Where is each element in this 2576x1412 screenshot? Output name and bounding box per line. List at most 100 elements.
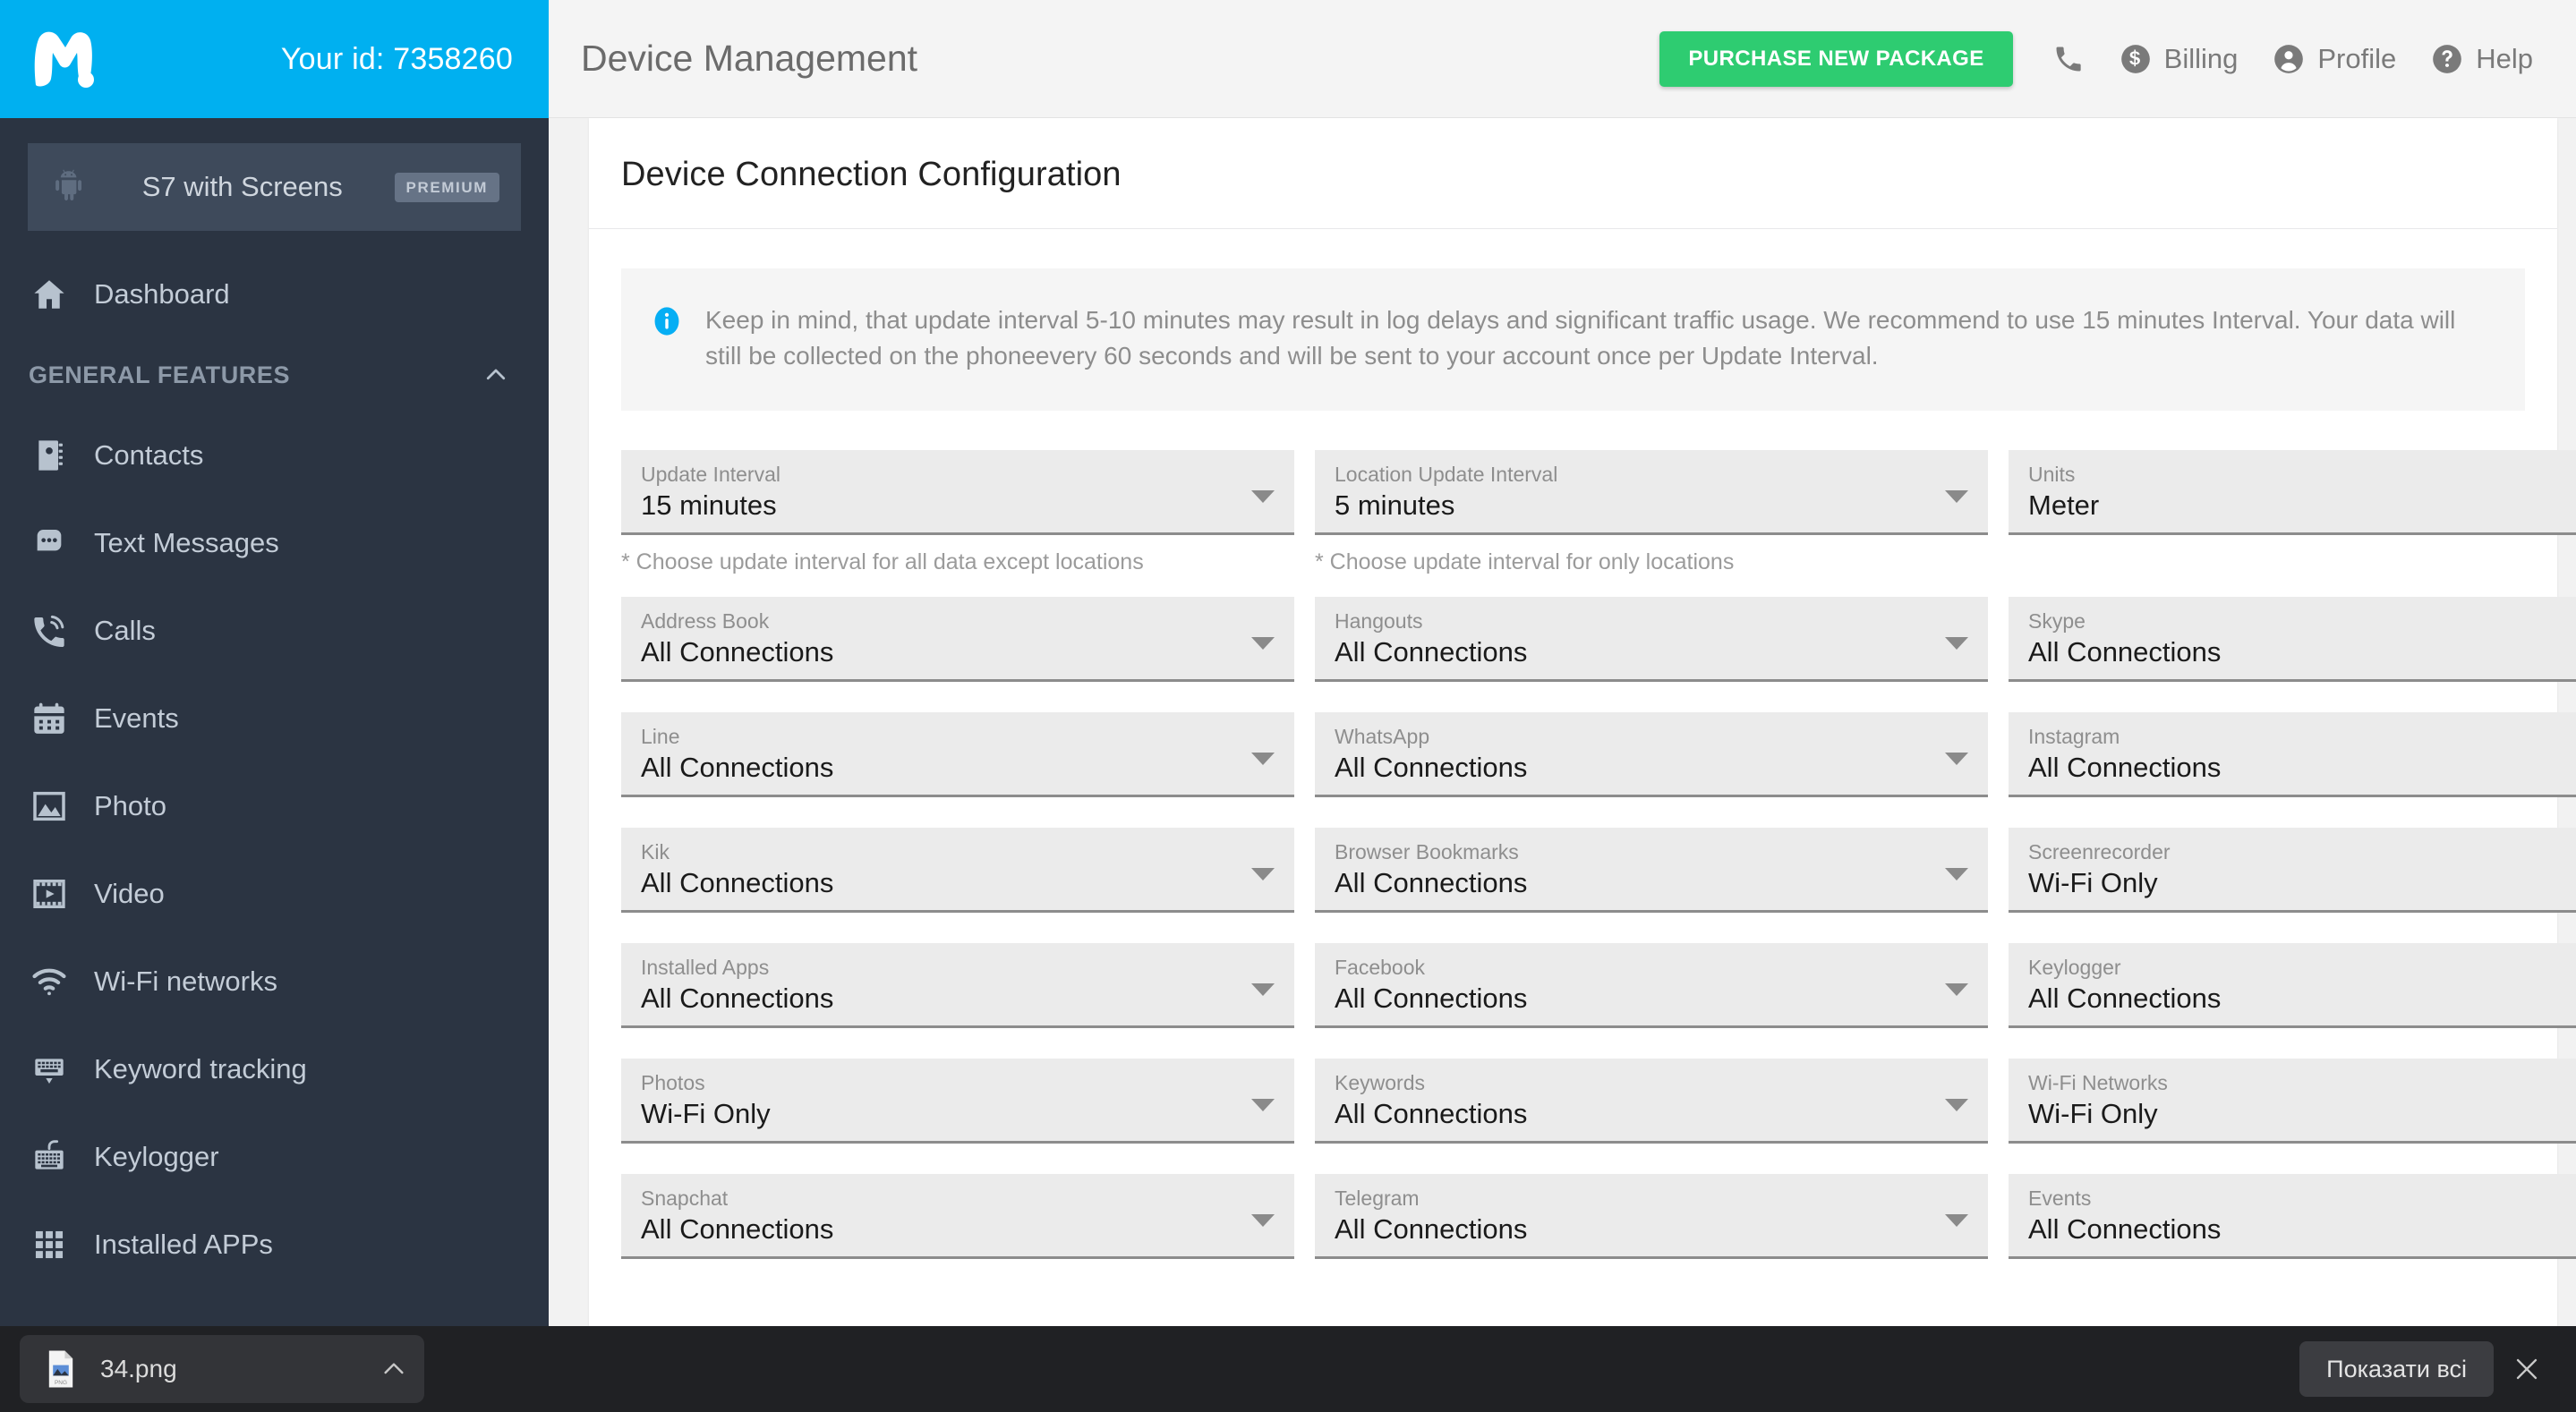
field-cell: Units Meter xyxy=(2009,449,2576,575)
field-label: Instagram xyxy=(2028,724,2120,748)
field-label: Browser Bookmarks xyxy=(1335,839,1519,863)
sidebar: S7 with Screens PREMIUM Dashboard GENERA… xyxy=(0,118,549,1412)
field-cell: Snapchat All Connections xyxy=(621,1173,1294,1259)
field-hint: * Choose update interval for all data ex… xyxy=(621,549,1144,574)
sidebar-item-label: Keylogger xyxy=(94,1141,219,1172)
sidebar-item-label: Dashboard xyxy=(94,278,230,310)
sidebar-section-general-features[interactable]: GENERAL FEATURES xyxy=(0,338,549,412)
app-root: Your id: 7358260 Device Management PURCH… xyxy=(0,0,2576,1412)
browser-bookmarks-select[interactable]: Browser Bookmarks All Connections xyxy=(1315,827,1988,913)
field-value: All Connections xyxy=(1335,635,1528,668)
field-value: 15 minutes xyxy=(641,489,777,521)
field-value: All Connections xyxy=(2028,635,2222,668)
chevron-down-icon xyxy=(1945,867,1968,880)
sidebar-item-keyword-tracking[interactable]: Keyword tracking xyxy=(0,1025,549,1113)
chevron-down-icon xyxy=(1251,1098,1275,1111)
sidebar-item-events[interactable]: Events xyxy=(0,675,549,762)
sidebar-item-dashboard[interactable]: Dashboard xyxy=(0,251,549,338)
sidebar-item-contacts[interactable]: Contacts xyxy=(0,412,549,499)
skype-select[interactable]: Skype All Connections xyxy=(2009,596,2576,682)
installed-apps-select[interactable]: Installed Apps All Connections xyxy=(621,942,1294,1028)
field-hint: * Choose update interval for only locati… xyxy=(1315,549,1735,574)
keylogger-select[interactable]: Keylogger All Connections xyxy=(2009,942,2576,1028)
keywords-select[interactable]: Keywords All Connections xyxy=(1315,1058,1988,1144)
chevron-down-icon xyxy=(1945,489,1968,503)
sidebar-item-photo[interactable]: Photo xyxy=(0,762,549,850)
png-file-icon: PNG xyxy=(45,1349,77,1389)
page-title: Device Management xyxy=(581,38,918,79)
wifi-networks-select[interactable]: Wi-Fi Networks Wi-Fi Only xyxy=(2009,1058,2576,1144)
field-cell: Facebook All Connections xyxy=(1315,942,1988,1028)
download-bar-right: Показати всі xyxy=(2299,1341,2576,1397)
support-phone-link[interactable] xyxy=(2052,43,2085,75)
chevron-down-icon xyxy=(1251,489,1275,503)
calendar-icon xyxy=(29,698,70,739)
field-cell: Photos Wi-Fi Only xyxy=(621,1058,1294,1144)
card-header: Device Connection Configuration xyxy=(589,118,2557,229)
update-interval-select[interactable]: Update Interval 15 minutes xyxy=(621,449,1294,535)
field-label: Address Book xyxy=(641,608,770,633)
profile-link[interactable]: Profile xyxy=(2272,42,2396,76)
facebook-select[interactable]: Facebook All Connections xyxy=(1315,942,1988,1028)
profile-label: Profile xyxy=(2317,42,2397,74)
keyboard-icon xyxy=(29,1136,70,1178)
whatsapp-select[interactable]: WhatsApp All Connections xyxy=(1315,711,1988,797)
instagram-select[interactable]: Instagram All Connections xyxy=(2009,711,2576,797)
events-select[interactable]: Events All Connections xyxy=(2009,1173,2576,1259)
hangouts-select[interactable]: Hangouts All Connections xyxy=(1315,596,1988,682)
field-cell: Instagram All Connections xyxy=(2009,711,2576,797)
chevron-up-icon xyxy=(482,362,509,388)
field-label: Wi-Fi Networks xyxy=(2028,1070,2168,1094)
premium-badge: PREMIUM xyxy=(394,172,499,202)
field-label: Line xyxy=(641,724,680,748)
download-expand-button[interactable] xyxy=(380,1355,408,1383)
sidebar-item-label: Installed APPs xyxy=(94,1229,273,1260)
sidebar-item-video[interactable]: Video xyxy=(0,850,549,938)
field-label: Telegram xyxy=(1335,1186,1420,1210)
field-label: Screenrecorder xyxy=(2028,839,2171,863)
show-all-downloads-button[interactable]: Показати всі xyxy=(2299,1341,2494,1397)
sidebar-item-calls[interactable]: Calls xyxy=(0,587,549,675)
sidebar-item-keylogger[interactable]: Keylogger xyxy=(0,1113,549,1201)
sidebar-item-label: Contacts xyxy=(94,439,204,471)
field-label: Skype xyxy=(2028,608,2086,633)
snapchat-select[interactable]: Snapchat All Connections xyxy=(621,1173,1294,1259)
svg-text:PNG: PNG xyxy=(55,1380,67,1386)
units-select[interactable]: Units Meter xyxy=(2009,449,2576,535)
sidebar-item-wifi-networks[interactable]: Wi-Fi networks xyxy=(0,938,549,1025)
chevron-down-icon xyxy=(1251,636,1275,650)
account-id: Your id: 7358260 xyxy=(280,41,513,76)
billing-link[interactable]: Billing xyxy=(2119,42,2238,76)
image-icon xyxy=(29,786,70,827)
field-value: All Connections xyxy=(641,982,834,1014)
config-card: Device Connection Configuration Keep in … xyxy=(589,118,2576,1412)
settings-row-5: Installed Apps All Connections Facebook … xyxy=(621,942,2576,1028)
location-update-interval-select[interactable]: Location Update Interval 5 minutes xyxy=(1315,449,1988,535)
keyboard-down-icon xyxy=(29,1049,70,1090)
mspy-logo-icon xyxy=(30,30,97,89)
field-cell: Events All Connections xyxy=(2009,1173,2576,1259)
line-select[interactable]: Line All Connections xyxy=(621,711,1294,797)
kik-select[interactable]: Kik All Connections xyxy=(621,827,1294,913)
download-item[interactable]: PNG 34.png xyxy=(20,1335,424,1403)
field-label: Keylogger xyxy=(2028,955,2121,979)
help-link[interactable]: Help xyxy=(2430,42,2533,76)
settings-row-1: Update Interval 15 minutes * Choose upda… xyxy=(621,449,2576,575)
address-book-select[interactable]: Address Book All Connections xyxy=(621,596,1294,682)
photos-select[interactable]: Photos Wi-Fi Only xyxy=(621,1058,1294,1144)
purchase-new-package-button[interactable]: PURCHASE NEW PACKAGE xyxy=(1659,30,2013,87)
telegram-select[interactable]: Telegram All Connections xyxy=(1315,1173,1988,1259)
field-cell: WhatsApp All Connections xyxy=(1315,711,1988,797)
screenrecorder-select[interactable]: Screenrecorder Wi-Fi Only xyxy=(2009,827,2576,913)
field-cell: Update Interval 15 minutes * Choose upda… xyxy=(621,449,1294,575)
chevron-down-icon xyxy=(1251,982,1275,996)
wifi-icon xyxy=(29,961,70,1002)
chevron-down-icon xyxy=(1945,1098,1968,1111)
field-cell: Wi-Fi Networks Wi-Fi Only xyxy=(2009,1058,2576,1144)
sidebar-item-text-messages[interactable]: Text Messages xyxy=(0,499,549,587)
top-bar-actions: PURCHASE NEW PACKAGE Billing Profile Hel… xyxy=(1659,30,2533,87)
device-selector-card[interactable]: S7 with Screens PREMIUM xyxy=(28,143,521,231)
info-notice: Keep in mind, that update interval 5-10 … xyxy=(621,268,2525,411)
close-icon[interactable] xyxy=(2503,1345,2551,1393)
sidebar-item-installed-apps[interactable]: Installed APPs xyxy=(0,1201,549,1289)
